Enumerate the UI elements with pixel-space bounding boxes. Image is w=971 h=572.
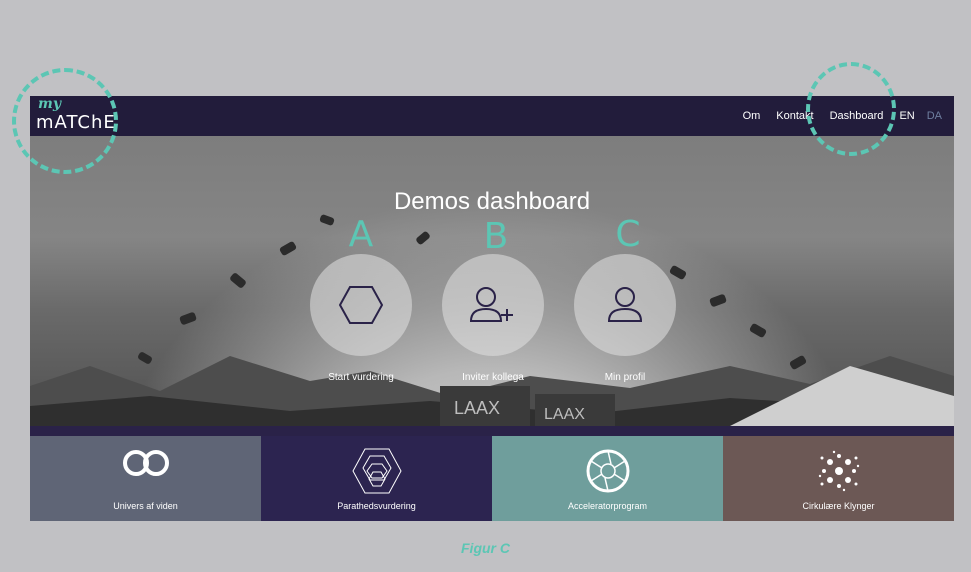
figure-caption: Figur C	[461, 540, 510, 556]
tile-univers-af-viden[interactable]: Univers af viden	[30, 436, 261, 521]
tile-label: Cirkulære Klynger	[802, 501, 875, 511]
tile-label: Parathedsvurdering	[337, 501, 416, 511]
start-vurdering-button[interactable]	[310, 254, 412, 356]
nav-om[interactable]: Om	[743, 110, 761, 122]
min-profil-button[interactable]	[574, 254, 676, 356]
skier	[668, 264, 688, 281]
banner-laax-1: LAAX	[454, 398, 501, 418]
min-profil-label: Min profil	[604, 372, 646, 383]
skier	[228, 271, 248, 290]
lang-da[interactable]: DA	[927, 110, 942, 122]
hexagon-cluster-icon	[351, 448, 402, 494]
hero-banner: LAAX LAAX Demos dashboard A B C Start vu…	[30, 136, 954, 426]
action-letter-a: A	[348, 214, 374, 255]
highlight-circle-dashboard	[806, 62, 896, 156]
tile-label: Univers af viden	[113, 501, 178, 511]
page-title: Demos dashboard	[393, 188, 591, 215]
dot-cluster-icon	[818, 450, 859, 492]
infinity-circles-icon	[122, 450, 169, 476]
add-user-icon	[469, 287, 513, 322]
lang-en[interactable]: EN	[899, 110, 914, 122]
banner-laax-2: LAAX	[544, 406, 585, 423]
skier	[278, 240, 298, 257]
inviter-kollega-button[interactable]	[442, 254, 544, 356]
action-letter-c: C	[615, 214, 641, 255]
tile-label: Acceleratorprogram	[567, 501, 648, 511]
user-icon	[607, 287, 643, 322]
action-letter-b: B	[483, 216, 509, 257]
skier	[415, 230, 431, 246]
tile-cirkulaere-klynger[interactable]: Cirkulære Klynger	[723, 436, 954, 521]
highlight-circle-logo	[12, 68, 118, 174]
app-frame: my mATChE Om Kontakt Dashboard EN DA LAA…	[30, 96, 954, 521]
aperture-icon	[586, 449, 629, 493]
tile-parathedsvurdering[interactable]: Parathedsvurdering	[261, 436, 492, 521]
tile-acceleratorprogram[interactable]: Acceleratorprogram	[492, 436, 723, 521]
tile-row: Univers af viden Parathedsvurdering Acce…	[30, 436, 954, 521]
hexagon-icon	[339, 286, 383, 324]
